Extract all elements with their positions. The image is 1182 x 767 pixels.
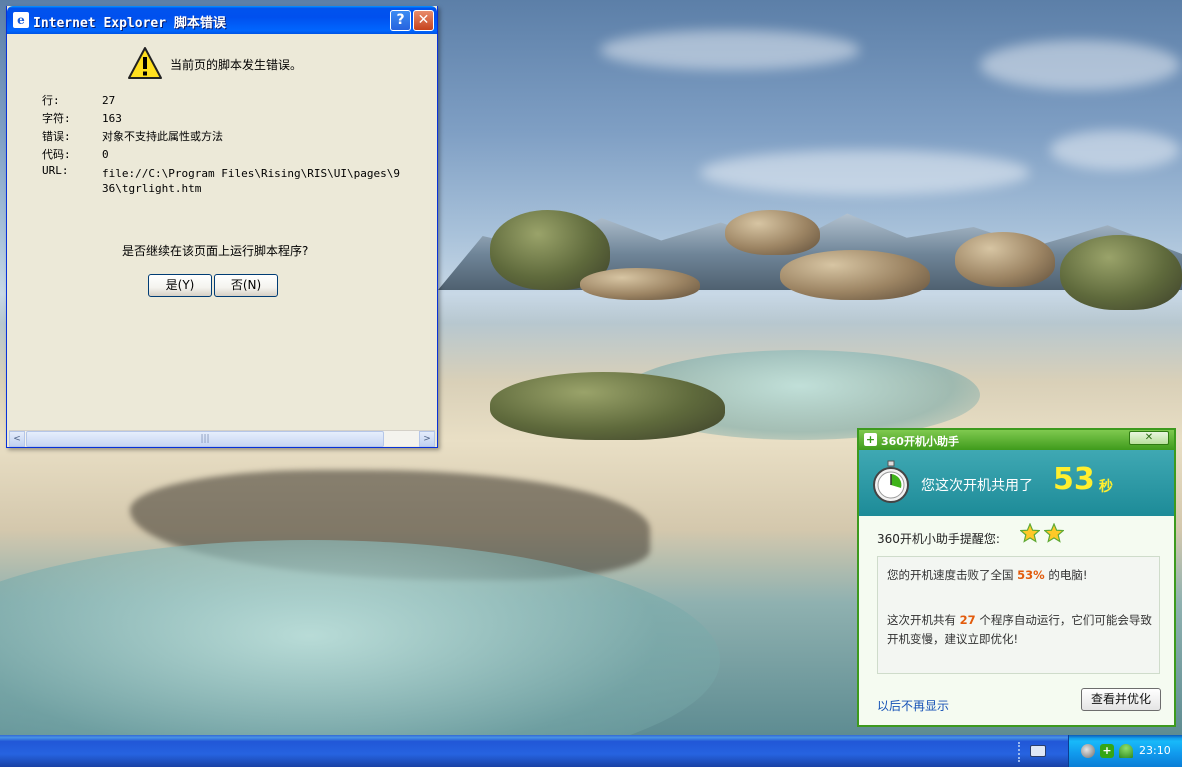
warning-icon <box>128 47 162 79</box>
url-value: file://C:\Program Files\Rising\RIS\UI\pa… <box>102 167 401 195</box>
remind-label: 360开机小助手提醒您: <box>877 532 1000 546</box>
rank-percent: 53% <box>1017 568 1045 582</box>
text-segment: 这次开机共有 <box>887 613 960 627</box>
cloud <box>1050 130 1180 170</box>
popup-title: 360开机小助手 <box>881 435 959 448</box>
info-row-url: URL: <box>42 164 102 177</box>
stopwatch-icon <box>873 460 909 503</box>
rock <box>490 372 725 440</box>
info-row-char: 字符: 163 <box>42 110 122 126</box>
system-tray: + 23:10 <box>1068 735 1182 767</box>
yes-button[interactable]: 是(Y) <box>148 274 212 297</box>
info-row-line: 行: 27 <box>42 92 115 108</box>
umbrella-icon[interactable] <box>1119 744 1133 758</box>
boot-seconds-value: 53 <box>1053 462 1095 497</box>
autorun-count: 27 <box>959 613 976 627</box>
rock <box>780 250 930 300</box>
dialog-body: 当前页的脚本发生错误。 行: 27 字符: 163 错误: 对象不支持此属性或方法 代… <box>10 34 434 430</box>
360-startup-assistant-popup: + 360开机小助手 ✕ 您这次开机共用了 53 秒 360开机小助手提醒您: … <box>857 428 1176 727</box>
rock <box>725 210 820 255</box>
ie-page-icon: e <box>13 12 29 28</box>
info-label: URL: <box>42 164 69 177</box>
info-label: 行: <box>42 94 60 107</box>
boot-report-box: 您的开机速度击败了全国 53% 的电脑! 这次开机共有 27 个程序自动运行，它… <box>877 556 1160 674</box>
360-shield-icon: + <box>864 433 877 446</box>
info-value: 163 <box>102 112 122 125</box>
360-shield-tray-icon[interactable]: + <box>1100 744 1114 758</box>
info-label: 错误: <box>42 130 71 143</box>
info-value: 对象不支持此属性或方法 <box>102 130 223 143</box>
scroll-thumb[interactable]: ||| <box>26 431 384 447</box>
keyboard-icon[interactable] <box>1030 745 1046 757</box>
cloud <box>600 30 860 70</box>
rock <box>1060 235 1182 310</box>
taskbar[interactable]: + 23:10 <box>0 735 1182 767</box>
rock <box>955 232 1055 287</box>
close-button[interactable]: ✕ <box>413 10 434 31</box>
info-value: 0 <box>102 148 109 161</box>
scroll-right-icon[interactable]: > <box>419 431 435 447</box>
info-label: 代码: <box>42 148 71 161</box>
seconds-unit: 秒 <box>1099 479 1113 495</box>
help-button[interactable]: ? <box>390 10 411 31</box>
popup-close-button[interactable]: ✕ <box>1129 431 1169 445</box>
info-row-code: 代码: 0 <box>42 146 109 162</box>
dialog-titlebar[interactable]: e Internet Explorer 脚本错误 ? ✕ <box>7 6 437 34</box>
popup-titlebar[interactable]: + 360开机小助手 ✕ <box>859 430 1174 450</box>
star-icon <box>1044 523 1064 543</box>
info-value: 27 <box>102 94 116 107</box>
speed-rank-text: 您的开机速度击败了全国 53% 的电脑! <box>887 567 1087 583</box>
toolbar-grip[interactable] <box>1018 742 1022 762</box>
no-button[interactable]: 否(N) <box>214 274 278 297</box>
boot-time-label: 您这次开机共用了 <box>921 478 1033 494</box>
horizontal-scrollbar[interactable]: < ||| > <box>9 430 435 447</box>
boot-time-banner: 您这次开机共用了 53 秒 <box>859 450 1174 516</box>
text-segment: 的电脑! <box>1044 568 1088 582</box>
info-row-error: 错误: 对象不支持此属性或方法 <box>42 128 223 144</box>
clock[interactable]: 23:10 <box>1139 744 1171 757</box>
continue-question: 是否继续在该页面上运行脚本程序? <box>122 244 309 258</box>
scroll-left-icon[interactable]: < <box>9 431 25 447</box>
ie-script-error-dialog: e Internet Explorer 脚本错误 ? ✕ 当前页的脚本发生错误。… <box>6 6 438 448</box>
star-icon <box>1020 523 1040 543</box>
autorun-advice-text: 这次开机共有 27 个程序自动运行，它们可能会导致开机变慢，建议立即优化! <box>887 611 1163 649</box>
rock <box>580 268 700 300</box>
dont-show-again-link[interactable]: 以后不再显示 <box>877 697 949 714</box>
cloud <box>700 150 1030 195</box>
view-and-optimize-button[interactable]: 查看并优化 <box>1081 688 1161 711</box>
cloud <box>980 40 1180 90</box>
text-segment: 您的开机速度击败了全国 <box>887 568 1018 582</box>
info-label: 字符: <box>42 112 71 125</box>
speaker-icon[interactable] <box>1081 744 1095 758</box>
dialog-title: Internet Explorer 脚本错误 <box>33 16 226 31</box>
error-headline: 当前页的脚本发生错误。 <box>170 58 303 72</box>
